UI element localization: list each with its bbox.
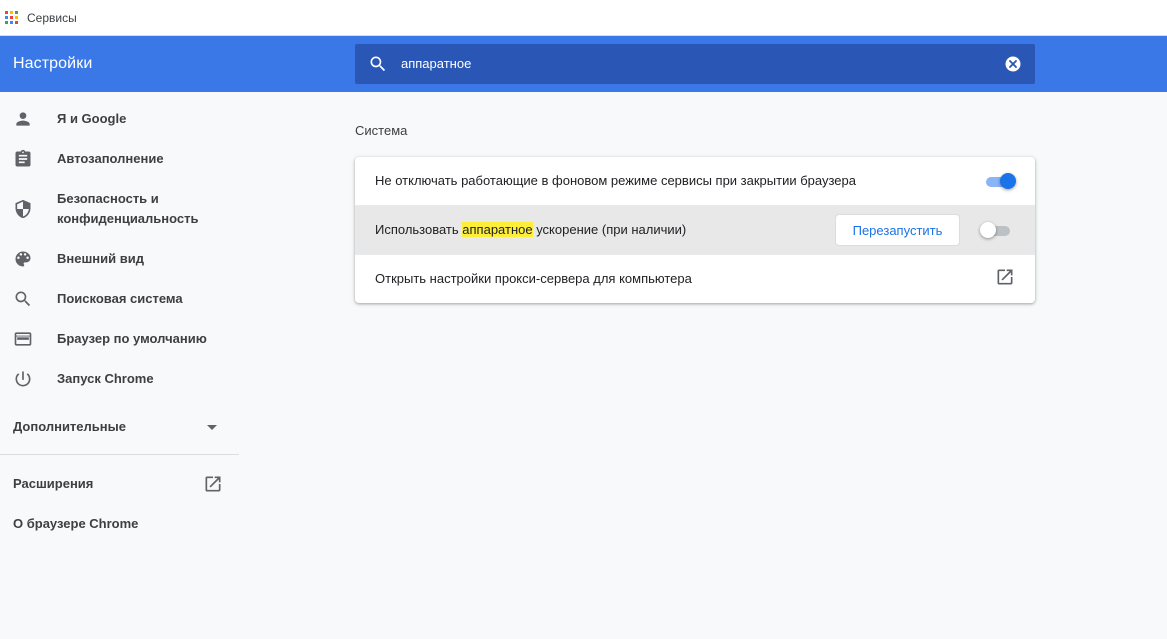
sidebar-item-label: Я и Google: [57, 111, 127, 126]
open-in-new-icon[interactable]: [995, 267, 1015, 287]
row-label: Использовать аппаратное ускорение (при н…: [375, 222, 687, 237]
section-title: Система: [355, 123, 408, 138]
sidebar-advanced-toggle[interactable]: Дополнительные: [0, 417, 240, 437]
sidebar-item-appearance[interactable]: Внешний вид: [0, 249, 240, 269]
relaunch-button[interactable]: Перезапустить: [835, 214, 960, 246]
sidebar-item-autofill[interactable]: Автозаполнение: [0, 149, 240, 169]
extensions-label: Расширения: [13, 476, 94, 491]
search-match-highlight: аппаратное: [462, 222, 533, 237]
shield-icon: [15, 199, 31, 219]
row-label: Не отключать работающие в фоновом режиме…: [375, 173, 856, 188]
sidebar-item-default-browser[interactable]: Браузер по умолчанию: [0, 329, 240, 349]
search-icon: [370, 56, 386, 72]
apps-label[interactable]: Сервисы: [27, 11, 77, 25]
open-in-new-icon: [205, 476, 221, 492]
hardware-acceleration-toggle[interactable]: [979, 220, 1013, 240]
apps-grid-icon[interactable]: [5, 11, 18, 24]
about-label: О браузере Chrome: [13, 516, 139, 531]
hardware-acceleration-row[interactable]: Использовать аппаратное ускорение (при н…: [355, 206, 1035, 254]
clipboard-icon: [15, 149, 31, 167]
proxy-settings-row[interactable]: Открыть настройки прокси-сервера для ком…: [355, 255, 1035, 303]
row-label: Открыть настройки прокси-сервера для ком…: [375, 271, 692, 286]
advanced-label: Дополнительные: [13, 419, 126, 434]
sidebar-item-label: Внешний вид: [57, 251, 144, 266]
sidebar-item-about[interactable]: О браузере Chrome: [0, 514, 240, 534]
sidebar-item-extensions[interactable]: Расширения: [0, 474, 240, 494]
sidebar-item-security[interactable]: Безопасность и конфиденциальность: [0, 189, 240, 229]
sidebar-item-search-engine[interactable]: Поисковая система: [0, 289, 240, 309]
bookmarks-bar: Сервисы: [0, 0, 1167, 36]
background-apps-toggle[interactable]: [983, 171, 1017, 191]
person-icon: [16, 112, 30, 126]
page-title: Настройки: [13, 55, 93, 72]
search-field[interactable]: аппаратное: [355, 44, 1035, 84]
sidebar-item-label: Запуск Chrome: [57, 371, 154, 386]
sidebar-item-label: Безопасность и конфиденциальность: [57, 191, 199, 226]
search-input[interactable]: аппаратное: [401, 56, 471, 71]
chevron-down-icon: [207, 425, 217, 430]
sidebar-divider: [0, 454, 239, 455]
sidebar-item-you-and-google[interactable]: Я и Google: [0, 109, 240, 129]
sidebar-item-on-startup[interactable]: Запуск Chrome: [0, 369, 240, 389]
power-icon: [15, 371, 31, 387]
background-apps-row[interactable]: Не отключать работающие в фоновом режиме…: [355, 157, 1035, 205]
settings-header: Настройки аппаратное: [0, 36, 1167, 92]
browser-window-icon: [14, 332, 32, 346]
sidebar-item-label: Поисковая система: [57, 291, 183, 306]
sidebar: Я и Google Автозаполнение Безопасность и…: [0, 92, 240, 639]
palette-icon: [15, 251, 31, 267]
sidebar-item-label: Браузер по умолчанию: [57, 331, 207, 346]
clear-icon[interactable]: [1004, 55, 1022, 73]
search-icon: [15, 291, 31, 307]
system-settings-card: Не отключать работающие в фоновом режиме…: [355, 157, 1035, 303]
sidebar-item-label: Автозаполнение: [57, 151, 164, 166]
